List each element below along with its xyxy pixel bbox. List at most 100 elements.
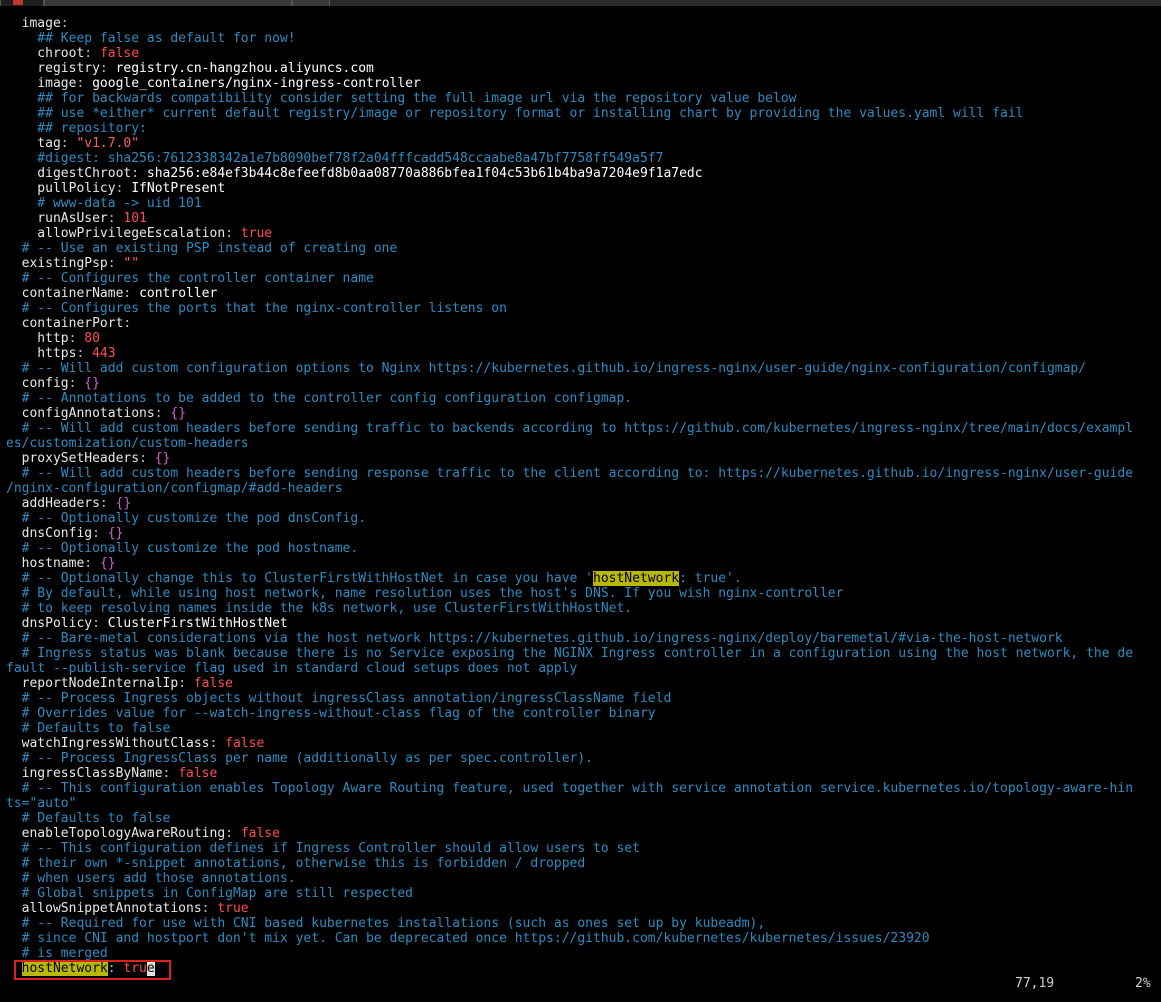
code-line[interactable]: # their own *-snippet annotations, other… [6,856,1161,871]
code-token: : [225,826,241,841]
code-token: # Overrides value for --watch-ingress-wi… [6,706,656,721]
code-token: # since CNI and hostport don't mix yet. … [6,931,930,946]
code-line[interactable]: ingressClassByName: false [6,766,1161,781]
code-line[interactable]: #digest: sha256:7612338342a1e7b8090bef78… [6,151,1161,166]
code-token: # -- Optionally customize the pod hostna… [6,541,359,556]
code-line[interactable]: # when users add those annotations. [6,871,1161,886]
code-line[interactable]: hostname: {} [6,556,1161,571]
code-line[interactable]: # -- Annotations to be added to the cont… [6,391,1161,406]
code-line[interactable]: # is merged [6,946,1161,961]
code-line[interactable]: registry: registry.cn-hangzhou.aliyuncs.… [6,61,1161,76]
terminal-tab-bar [0,0,1161,6]
code-line[interactable]: /nginx-configuration/configmap/#add-head… [6,481,1161,496]
code-line[interactable]: proxySetHeaders: {} [6,451,1161,466]
code-line[interactable]: # -- Optionally change this to ClusterFi… [6,571,1161,586]
code-line[interactable]: containerName: controller [6,286,1161,301]
code-line[interactable]: config: {} [6,376,1161,391]
code-line[interactable]: # -- Optionally customize the pod dnsCon… [6,511,1161,526]
code-token: # www-data -> uid 101 [6,196,202,211]
code-token: : [76,346,93,361]
code-token: false [240,826,280,841]
code-token: existingPsp [6,256,108,271]
code-line[interactable]: # -- Will add custom configuration optio… [6,361,1161,376]
code-token: addHeaders [6,496,100,511]
code-line[interactable]: # to keep resolving names inside the k8s… [6,601,1161,616]
code-token: # Defaults to false [6,721,171,736]
code-token: 443 [92,346,116,361]
code-token: registry [6,61,100,76]
vim-editor-buffer[interactable]: image: ## Keep false as default for now!… [6,16,1161,976]
code-line[interactable]: # -- Will add custom headers before send… [6,466,1161,481]
code-line[interactable]: # Overrides value for --watch-ingress-wi… [6,706,1161,721]
search-highlight: hostNetwork [593,571,680,586]
code-line[interactable]: # -- Bare-metal considerations via the h… [6,631,1161,646]
code-line[interactable]: image: google_containers/nginx-ingress-c… [6,76,1161,91]
code-line[interactable]: # -- Configures the ports that the nginx… [6,301,1161,316]
code-line[interactable]: chroot: false [6,46,1161,61]
terminal-tab-active[interactable] [0,0,44,6]
code-line[interactable]: # -- Use an existing PSP instead of crea… [6,241,1161,256]
code-line[interactable]: reportNodeInternalIp: false [6,676,1161,691]
code-line[interactable]: runAsUser: 101 [6,211,1161,226]
terminal-tab[interactable] [292,0,330,6]
code-line[interactable]: ## for backwards compatibility consider … [6,91,1161,106]
code-token: # when users add those annotations. [6,871,296,886]
code-line[interactable]: # -- Required for use with CNI based kub… [6,916,1161,931]
code-token: : [123,316,132,331]
code-token: ClusterFirstWithHostNet [107,616,288,631]
code-line[interactable]: enableTopologyAwareRouting: false [6,826,1161,841]
code-line[interactable]: # By default, while using host network, … [6,586,1161,601]
code-line[interactable]: containerPort: [6,316,1161,331]
code-token: #digest: sha256:7612338342a1e7b8090bef78… [6,151,664,166]
code-line[interactable]: # Defaults to false [6,811,1161,826]
code-token: : [60,136,77,151]
code-line[interactable]: # -- Process Ingress objects without ing… [6,691,1161,706]
code-line[interactable]: ## use *either* current default registry… [6,106,1161,121]
code-line[interactable]: watchIngressWithoutClass: false [6,736,1161,751]
code-line[interactable]: hostNetwork: true [6,961,1161,976]
code-line[interactable]: existingPsp: "" [6,256,1161,271]
code-token: : [107,256,124,271]
code-token: # -- Will add custom configuration optio… [6,361,1087,376]
code-token: proxySetHeaders [6,451,140,466]
code-line[interactable]: image: [6,16,1161,31]
code-line[interactable]: pullPolicy: IfNotPresent [6,181,1161,196]
code-line[interactable]: dnsConfig: {} [6,526,1161,541]
code-line[interactable]: allowPrivilegeEscalation: true [6,226,1161,241]
code-token: # -- Optionally change this to ClusterFi… [6,571,593,586]
code-line[interactable]: ts="auto" [6,796,1161,811]
terminal-tab[interactable] [44,0,292,6]
code-line[interactable]: # Ingress status was blank because there… [6,646,1161,661]
code-line[interactable]: dnsPolicy: ClusterFirstWithHostNet [6,616,1161,631]
code-line[interactable]: # -- This configuration enables Topology… [6,781,1161,796]
code-token: : [92,526,108,541]
code-line[interactable]: # Global snippets in ConfigMap are still… [6,886,1161,901]
code-token: /nginx-configuration/configmap/#add-head… [6,481,343,496]
code-line[interactable]: # -- This configuration defines if Ingre… [6,841,1161,856]
code-line[interactable]: configAnnotations: {} [6,406,1161,421]
code-line[interactable]: es/customization/custom-headers [6,436,1161,451]
code-line[interactable]: ## repository: [6,121,1161,136]
code-line[interactable]: ## Keep false as default for now! [6,31,1161,46]
code-token: : [178,676,194,691]
code-line[interactable]: tag: "v1.7.0" [6,136,1161,151]
code-token: # -- Required for use with CNI based kub… [6,916,766,931]
code-line[interactable]: # Defaults to false [6,721,1161,736]
code-line[interactable]: # www-data -> uid 101 [6,196,1161,211]
code-token: enableTopologyAwareRouting [6,826,226,841]
code-line[interactable]: allowSnippetAnnotations: true [6,901,1161,916]
code-line[interactable]: # -- Will add custom headers before send… [6,421,1161,436]
code-line[interactable]: # since CNI and hostport don't mix yet. … [6,931,1161,946]
code-line[interactable]: digestChroot: sha256:e84ef3b44c8efeefd8b… [6,166,1161,181]
code-token: "v1.7.0" [76,136,140,151]
code-token: : [84,556,100,571]
code-line[interactable]: # -- Process IngressClass per name (addi… [6,751,1161,766]
code-line[interactable]: fault --publish-service flag used in sta… [6,661,1161,676]
code-line[interactable]: http: 80 [6,331,1161,346]
code-line[interactable]: # -- Configures the controller container… [6,271,1161,286]
code-token: containerPort [6,316,124,331]
code-line[interactable]: addHeaders: {} [6,496,1161,511]
code-line[interactable]: https: 443 [6,346,1161,361]
code-line[interactable]: # -- Optionally customize the pod hostna… [6,541,1161,556]
code-token: {} [115,496,132,511]
